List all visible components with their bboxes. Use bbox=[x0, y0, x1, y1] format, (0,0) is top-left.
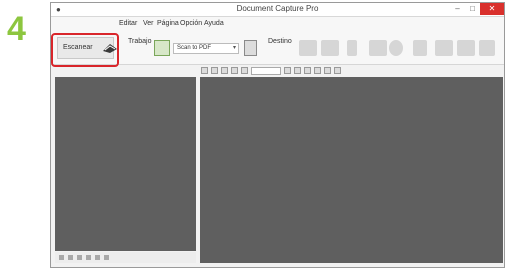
title-bar: ● Document Capture Pro – □ ✕ bbox=[51, 3, 504, 17]
page-rotate-icon[interactable] bbox=[86, 255, 91, 260]
rotate-right-icon[interactable] bbox=[294, 67, 301, 74]
view-tools bbox=[201, 67, 341, 77]
window-title: Document Capture Pro bbox=[236, 4, 319, 13]
fit-width-icon[interactable] bbox=[231, 67, 238, 74]
page-down-icon[interactable] bbox=[104, 255, 109, 260]
job-label: Trabajo bbox=[128, 38, 152, 45]
preview-pane[interactable] bbox=[200, 77, 503, 263]
minimize-button[interactable]: – bbox=[450, 3, 465, 15]
tools-icon[interactable] bbox=[479, 40, 495, 56]
window-controls: – □ ✕ bbox=[450, 3, 504, 16]
folder-icon[interactable] bbox=[299, 40, 317, 56]
menu-item-editar[interactable]: Editar bbox=[119, 20, 137, 27]
page-move-icon[interactable] bbox=[77, 255, 82, 260]
globe-icon[interactable] bbox=[389, 40, 403, 56]
rotate-left-icon[interactable] bbox=[284, 67, 291, 74]
zoom-input[interactable] bbox=[251, 67, 281, 75]
document-icon[interactable] bbox=[413, 40, 427, 56]
actual-size-icon[interactable] bbox=[241, 67, 248, 74]
zoom-out-icon[interactable] bbox=[211, 67, 218, 74]
maximize-button[interactable]: □ bbox=[465, 3, 480, 15]
web-icon[interactable] bbox=[369, 40, 387, 56]
job-settings-icon[interactable] bbox=[244, 40, 257, 56]
zoom-in-icon[interactable] bbox=[201, 67, 208, 74]
image-icon[interactable] bbox=[435, 40, 453, 56]
page-add-icon[interactable] bbox=[59, 255, 64, 260]
mail-icon[interactable] bbox=[321, 40, 339, 56]
screenshot-root: 4 ● Document Capture Pro – □ ✕ Editar Ve… bbox=[0, 0, 507, 271]
chevron-down-icon: ▾ bbox=[232, 45, 236, 51]
page-up-icon[interactable] bbox=[95, 255, 100, 260]
fit-page-icon[interactable] bbox=[221, 67, 228, 74]
text-icon[interactable] bbox=[314, 67, 321, 74]
thumbnail-toolbar bbox=[55, 252, 196, 263]
step-number: 4 bbox=[7, 10, 26, 48]
status-bar bbox=[51, 263, 504, 267]
menu-item-pagina[interactable]: Página bbox=[157, 20, 179, 27]
job-select[interactable]: Scan to PDF ▾ bbox=[173, 43, 239, 54]
menu-item-ayuda[interactable]: Ayuda bbox=[204, 20, 224, 27]
menu-item-ver[interactable]: Ver bbox=[143, 20, 154, 27]
menu-bar: Editar Ver Página Opción Ayuda bbox=[51, 17, 504, 31]
annotation-icon[interactable] bbox=[334, 67, 341, 74]
cloud-icon[interactable] bbox=[457, 40, 475, 56]
page-delete-icon[interactable] bbox=[68, 255, 73, 260]
job-select-value: Scan to PDF bbox=[177, 45, 212, 51]
printer-icon[interactable] bbox=[347, 40, 357, 56]
menu-item-opcion[interactable]: Opción bbox=[180, 20, 202, 27]
close-button[interactable]: ✕ bbox=[480, 3, 504, 15]
job-icon[interactable] bbox=[154, 40, 170, 56]
highlight-icon[interactable] bbox=[324, 67, 331, 74]
scan-highlight bbox=[51, 33, 119, 67]
thumbnail-pane[interactable] bbox=[55, 77, 196, 251]
destination-label: Destino bbox=[268, 38, 292, 45]
crop-icon[interactable] bbox=[304, 67, 311, 74]
